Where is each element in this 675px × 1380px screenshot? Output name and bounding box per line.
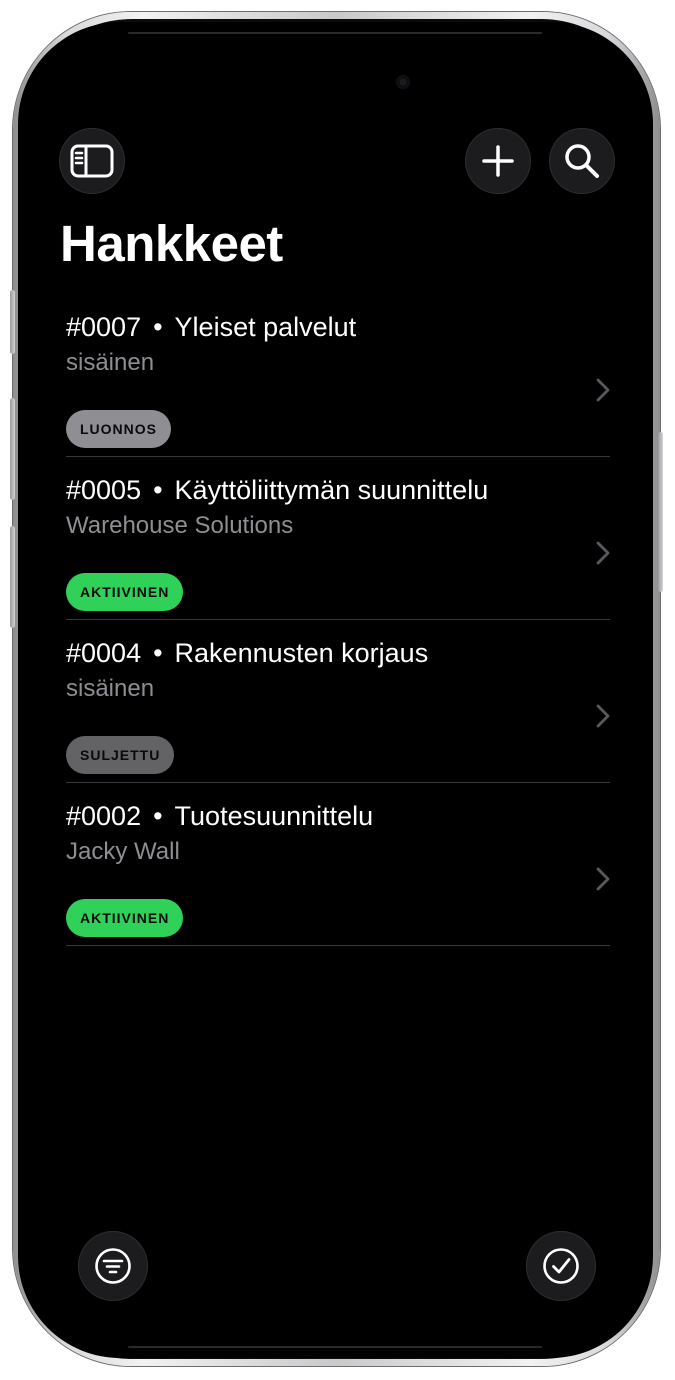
add-project-button[interactable] <box>465 128 531 194</box>
project-name: Rakennusten korjaus <box>174 638 429 668</box>
top-edge-line <box>128 32 542 34</box>
chevron-right-icon <box>596 704 610 733</box>
project-title: #0007 • Yleiset palvelut <box>66 312 356 343</box>
project-number: #0002 <box>66 801 142 831</box>
status-badge: AKTIIVINEN <box>66 573 184 611</box>
project-client: Jacky Wall <box>66 838 180 865</box>
project-row[interactable]: #0005 • Käyttöliittymän suunnittelu Wareho… <box>66 457 610 620</box>
project-title: #0004 • Rakennusten korjaus <box>66 638 428 669</box>
status-badge: AKTIIVINEN <box>66 899 184 937</box>
project-number: #0004 <box>66 638 142 668</box>
separator-dot: • <box>153 475 163 505</box>
power-button <box>658 432 663 592</box>
project-number: #0005 <box>66 475 142 505</box>
project-name: Yleiset palvelut <box>174 312 357 342</box>
checkmark-circle-icon <box>542 1247 580 1285</box>
chevron-right-icon <box>596 867 610 896</box>
project-number: #0007 <box>66 312 142 342</box>
separator-dot: • <box>153 312 163 342</box>
separator-dot: • <box>153 801 163 831</box>
search-button[interactable] <box>549 128 615 194</box>
project-title: #0002 • Tuotesuunnittelu <box>66 801 373 832</box>
search-icon <box>563 142 601 180</box>
project-client: sisäinen <box>66 349 155 376</box>
status-badge: SULJETTU <box>66 736 175 774</box>
project-row[interactable]: #0002 • Tuotesuunnittelu Jacky Wall AKTIIV… <box>66 783 610 946</box>
screen: Hankkeet #0007 • Yleiset palvelut sisäinen… <box>18 22 653 1358</box>
sidebar-button[interactable] <box>59 128 125 194</box>
project-name: Käyttöliittymän suunnittelu <box>174 475 489 505</box>
filter-button[interactable] <box>78 1231 148 1301</box>
project-row[interactable]: #0004 • Rakennusten korjaus sisäinen SULJE… <box>66 620 610 783</box>
page-title: Hankkeet <box>60 215 283 272</box>
sidebar-icon <box>70 144 114 178</box>
separator-dot: • <box>153 638 163 668</box>
status-badge: LUONNOS <box>66 410 171 448</box>
select-button[interactable] <box>526 1231 596 1301</box>
volume-down-button <box>10 526 15 628</box>
chevron-right-icon <box>596 541 610 570</box>
chevron-right-icon <box>596 378 610 407</box>
bottom-edge-line <box>128 1346 542 1348</box>
action-button <box>10 290 15 354</box>
project-list: #0007 • Yleiset palvelut sisäinen LUONNOS … <box>66 294 610 946</box>
project-name: Tuotesuunnittelu <box>174 801 374 831</box>
front-camera <box>396 75 410 89</box>
plus-icon <box>481 144 515 178</box>
filter-icon <box>94 1247 132 1285</box>
project-client: sisäinen <box>66 675 155 702</box>
volume-up-button <box>10 398 15 500</box>
project-client: Warehouse Solutions <box>66 512 294 539</box>
project-title: #0005 • Käyttöliittymän suunnittelu <box>66 475 488 506</box>
project-row[interactable]: #0007 • Yleiset palvelut sisäinen LUONNOS <box>66 294 610 457</box>
